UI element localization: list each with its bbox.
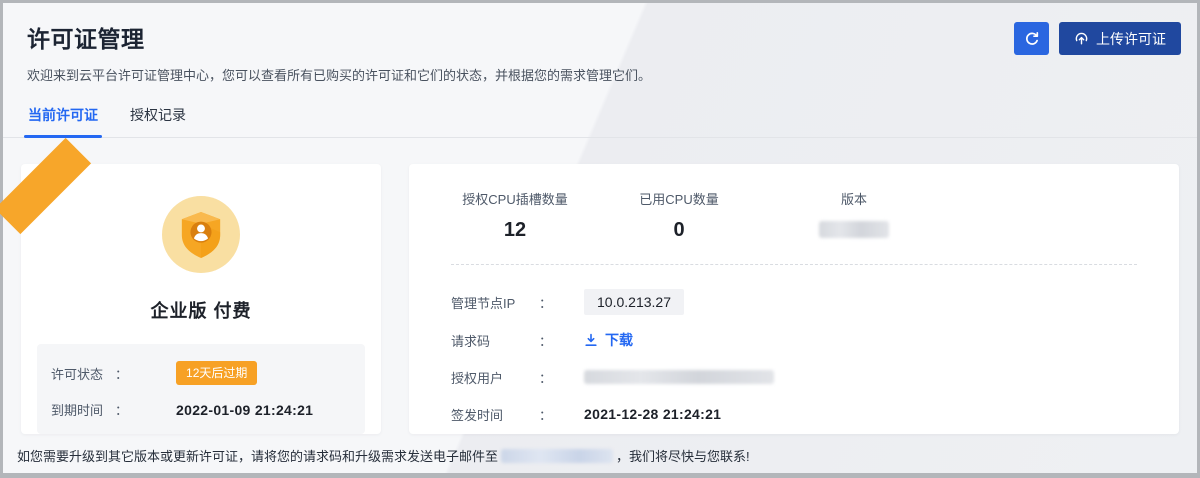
stat-label: 已用CPU数量 xyxy=(627,189,731,208)
label-colon: ： xyxy=(539,293,552,312)
tab-bar: 当前许可证 授权记录 xyxy=(3,105,1197,138)
dashed-divider xyxy=(451,264,1137,265)
refresh-icon xyxy=(1024,31,1040,47)
expire-time-value: 2022-01-09 21:24:21 xyxy=(176,402,313,418)
upgrade-notice: 如您需要升级到其它版本或更新许可证，请将您的请求码和升级需求发送电子邮件至 ，我们… xyxy=(3,434,1197,465)
tab-current-license[interactable]: 当前许可证 xyxy=(27,105,99,137)
shield-user-icon xyxy=(178,210,224,260)
redacted-email-value xyxy=(501,449,613,463)
stat-value: 0 xyxy=(627,219,731,242)
upgrade-notice-suffix: ，我们将尽快与您联系! xyxy=(616,449,750,464)
license-status-panel: 许可状态 ： 12天后过期 到期时间 ： 2022-01-09 21:24:21 xyxy=(37,344,365,434)
upload-icon xyxy=(1074,31,1089,46)
redacted-authorized-user-value xyxy=(584,370,774,384)
license-badge xyxy=(162,196,240,273)
license-summary-card: 企业版 付费 许可状态 ： 12天后过期 到期时间 ： 2022-01-09 2… xyxy=(21,164,381,434)
page-subtitle: 欢迎来到云平台许可证管理中心，您可以查看所有已购买的许可证和它们的状态，并根据您… xyxy=(27,65,651,84)
row-label: 签发时间 xyxy=(451,405,533,424)
expire-time-row: 到期时间 ： 2022-01-09 21:24:21 xyxy=(51,400,351,419)
label-colon: ： xyxy=(115,364,128,383)
expiry-status-badge: 12天后过期 xyxy=(176,361,257,385)
license-detail-card: 授权CPU插槽数量 12 已用CPU数量 0 版本 管理节点IP ： xyxy=(409,164,1179,434)
expire-time-label: 到期时间 xyxy=(51,400,109,419)
corner-ribbon xyxy=(0,138,91,234)
license-management-page: 许可证管理 欢迎来到云平台许可证管理中心，您可以查看所有已购买的许可证和它们的状… xyxy=(0,0,1200,478)
download-link-label: 下载 xyxy=(605,330,633,350)
management-node-ip-value: 10.0.213.27 xyxy=(584,289,684,315)
label-colon: ： xyxy=(539,405,552,424)
upload-license-button[interactable]: 上传许可证 xyxy=(1059,22,1181,55)
row-label: 管理节点IP xyxy=(451,293,533,312)
stat-version: 版本 xyxy=(809,189,899,243)
row-label: 请求码 xyxy=(451,331,533,350)
label-colon: ： xyxy=(539,368,552,387)
license-detail-rows: 管理节点IP ： 10.0.213.27 请求码 ： xyxy=(451,289,1137,426)
refresh-button[interactable] xyxy=(1014,22,1049,55)
stat-used-cpu: 已用CPU数量 0 xyxy=(627,189,731,243)
issue-time-value: 2021-12-28 21:24:21 xyxy=(584,406,721,422)
license-status-row: 许可状态 ： 12天后过期 xyxy=(51,361,351,385)
header-actions: 上传许可证 xyxy=(1014,22,1181,55)
download-request-code-link[interactable]: 下载 xyxy=(584,330,633,350)
redacted-version-value xyxy=(819,221,889,238)
content-area: 企业版 付费 许可状态 ： 12天后过期 到期时间 ： 2022-01-09 2… xyxy=(3,138,1197,434)
stat-value: 12 xyxy=(451,219,579,242)
header-text: 许可证管理 欢迎来到云平台许可证管理中心，您可以查看所有已购买的许可证和它们的状… xyxy=(27,20,651,84)
authorized-user-row: 授权用户 ： xyxy=(451,365,1137,389)
stat-cpu-sockets: 授权CPU插槽数量 12 xyxy=(451,189,579,243)
page-title: 许可证管理 xyxy=(27,20,651,54)
license-stats: 授权CPU插槽数量 12 已用CPU数量 0 版本 xyxy=(451,189,1137,243)
label-colon: ： xyxy=(539,331,552,350)
download-icon xyxy=(584,333,598,347)
license-status-label: 许可状态 xyxy=(51,364,109,383)
stat-label: 版本 xyxy=(809,189,899,208)
issue-time-row: 签发时间 ： 2021-12-28 21:24:21 xyxy=(451,402,1137,426)
tab-authorization-records[interactable]: 授权记录 xyxy=(129,105,187,137)
license-edition-title: 企业版 付费 xyxy=(150,297,251,323)
label-colon: ： xyxy=(115,400,128,419)
management-node-ip-row: 管理节点IP ： 10.0.213.27 xyxy=(451,289,1137,315)
upgrade-notice-prefix: 如您需要升级到其它版本或更新许可证，请将您的请求码和升级需求发送电子邮件至 xyxy=(17,449,498,464)
request-code-row: 请求码 ： 下载 xyxy=(451,328,1137,352)
row-label: 授权用户 xyxy=(451,368,533,387)
stat-label: 授权CPU插槽数量 xyxy=(451,189,579,208)
page-header: 许可证管理 欢迎来到云平台许可证管理中心，您可以查看所有已购买的许可证和它们的状… xyxy=(3,3,1197,84)
upload-button-label: 上传许可证 xyxy=(1096,29,1166,49)
